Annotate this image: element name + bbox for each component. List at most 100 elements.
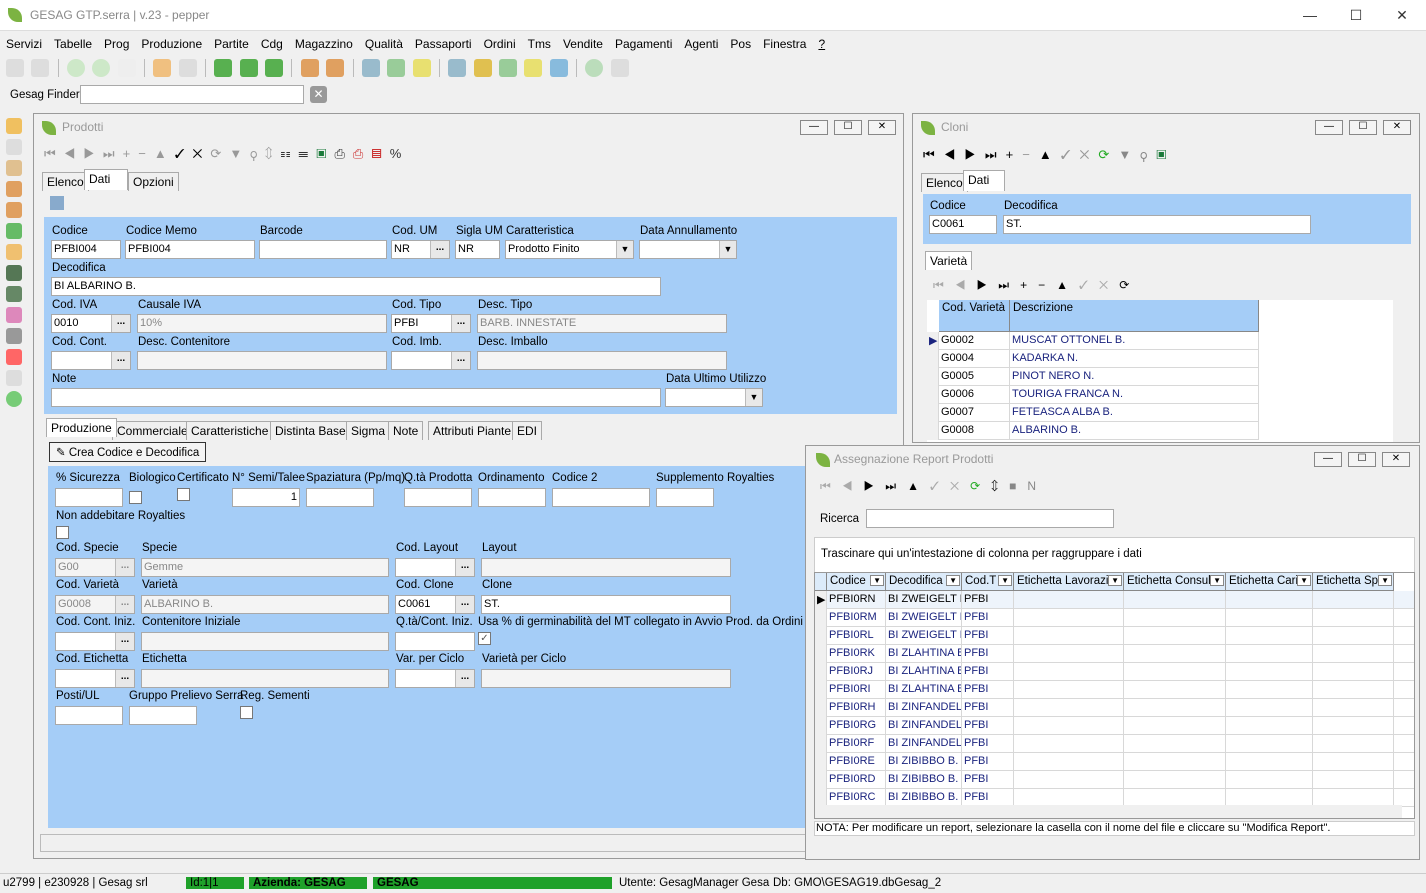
report-cell[interactable] [1014,591,1124,609]
sigla-um-input[interactable]: NR [455,240,500,259]
report-cell[interactable] [1226,627,1313,645]
report-col-4[interactable]: Etichetta Consul ▼ [1124,573,1226,591]
varieta-row[interactable]: G0007 FETEASCA ALBA B. [927,404,1259,422]
report-cell[interactable]: BI ZINFANDEL [886,699,962,717]
cloni-add-icon[interactable]: + [1006,147,1023,162]
col-descrizione[interactable]: Descrizione [1010,300,1259,332]
cloni-remove-icon[interactable]: − [1022,147,1039,162]
report-row[interactable]: PFBI0RH BI ZINFANDEL PFBI [815,699,1414,717]
report-col-3[interactable]: Etichetta Lavorazio ▼ [1014,573,1124,591]
varieta-ciclo-input[interactable] [481,669,731,688]
report-cell[interactable] [1124,699,1226,717]
report-cell[interactable] [1313,591,1394,609]
report-cell[interactable] [1124,735,1226,753]
rep-up-icon[interactable]: ▲ [907,479,930,493]
cloni-filter-icon[interactable]: ▼ [1118,147,1140,162]
rep-cancel-icon[interactable]: ✕ [950,479,970,493]
report-cell[interactable] [1124,663,1226,681]
star-icon[interactable] [6,118,22,134]
report-cell[interactable]: PFBI [962,699,1014,717]
report-cell[interactable]: BI ZWEIGELT N [886,627,962,645]
cell-descrizione[interactable]: TOURIGA FRANCA N. [1010,386,1259,404]
report-h-scrollbar[interactable] [815,805,1402,818]
leaf-icon-1[interactable] [214,59,233,77]
desc-tipo-input[interactable]: BARB. INNESTATE [477,314,727,333]
report-col-2[interactable]: Cod.T ▼ [962,573,1014,591]
report-cell[interactable]: BI ZINFANDEL [886,717,962,735]
confirm-icon[interactable]: ✓ [175,146,193,161]
varieta-row[interactable]: G0004 KADARKA N. [927,350,1259,368]
menu-tms[interactable]: Tms [522,33,557,55]
subtab-edi[interactable]: EDI [512,421,543,440]
report-cell[interactable]: PFBI [962,681,1014,699]
report-col-1[interactable]: Decodifica ▼ [886,573,962,591]
prev-icon[interactable]: ◀ [64,146,84,161]
cell-cod-varieta[interactable]: G0005 [939,368,1010,386]
cloni-max-button[interactable]: ☐ [1349,120,1377,135]
certificato-checkbox[interactable] [177,488,190,501]
subtab-produzione[interactable]: Produzione [46,418,117,437]
report-cell[interactable]: PFBI [962,753,1014,771]
cloni-search-icon[interactable]: ⚲ [1140,147,1156,162]
report-cell[interactable] [1014,753,1124,771]
var-refresh-icon[interactable]: ⟳ [1119,278,1140,292]
cloni-codice-input[interactable]: C0061 [929,215,997,234]
filter-dropdown-icon[interactable]: ▼ [998,575,1012,586]
rep-stop-icon[interactable]: ■ [1009,479,1027,493]
report-cell[interactable] [1014,735,1124,753]
recycle-icon[interactable] [178,59,197,77]
subtab-caratteristiche[interactable]: Caratteristiche [186,421,274,440]
print-red-icon[interactable]: ⎙ [353,146,371,161]
varieta-row[interactable]: ▶ G0002 MUSCAT OTTONEL B. [927,332,1259,350]
report-cell[interactable]: BI ZIBIBBO B. / [886,753,962,771]
report-cell[interactable] [1226,753,1313,771]
report-max-button[interactable]: ☐ [1348,452,1376,467]
subtab-sigma[interactable]: Sigma [346,421,391,440]
menu-produzione[interactable]: Produzione [135,33,208,55]
report-row[interactable]: PFBI0RD BI ZIBIBBO B. / PFBI [815,771,1414,789]
exit-icon[interactable] [6,370,22,386]
report-row[interactable]: PFBI0RL BI ZWEIGELT N PFBI [815,627,1414,645]
cloni-last-icon[interactable]: ⏭ [985,147,1006,162]
package-icon-1[interactable] [300,59,319,77]
filter-icon[interactable]: ▼ [229,146,250,161]
decodifica-input[interactable]: BI ALBARINO B. [51,277,661,296]
report-cell[interactable]: PFBI [962,645,1014,663]
filter-dropdown-icon[interactable]: ▼ [946,575,960,586]
report-cell[interactable] [1124,717,1226,735]
cloni-tab-dati[interactable]: Dati [963,170,1005,191]
edit-doc-icon[interactable] [50,196,64,210]
users-icon[interactable] [361,59,380,77]
excel-icon[interactable]: ▣ [316,146,334,161]
minimize-button[interactable]: — [1287,0,1333,31]
report-cell[interactable]: BI ZLAHTINA B [886,645,962,663]
filter-dropdown-icon[interactable]: ▼ [1297,575,1311,586]
tab-opzioni[interactable]: Opzioni [128,172,179,191]
cod-specie-input[interactable]: G00... [55,558,135,577]
box-add-icon[interactable] [153,59,172,77]
report-row[interactable]: PFBI0RF BI ZINFANDEL PFBI [815,735,1414,753]
clone-input[interactable]: ST. [481,595,731,614]
var-cancel-icon[interactable]: ✕ [1099,278,1119,292]
first-icon[interactable]: ⏮ [44,146,64,161]
refresh-icon[interactable]: ⟳ [210,146,229,161]
window-icon[interactable] [549,59,568,77]
report-cell[interactable]: PFBI [962,591,1014,609]
report-row[interactable]: PFBI0RG BI ZINFANDEL PFBI [815,717,1414,735]
doc-add-icon[interactable] [387,59,406,77]
subtab-note[interactable]: Note [388,421,424,440]
chart-icon[interactable]: ▤ [371,146,389,161]
report-cell[interactable] [1313,771,1394,789]
menu-finestra[interactable]: Finestra [757,33,812,55]
report-cell[interactable] [1014,609,1124,627]
report-cell[interactable]: PFBI0RK [827,645,886,663]
finder-input[interactable] [80,85,304,104]
report-cell[interactable] [1014,681,1124,699]
filter-dropdown-icon[interactable]: ▼ [1108,575,1122,586]
cell-descrizione[interactable]: PINOT NERO N. [1010,368,1259,386]
report-col-0[interactable]: Codice ▼ [827,573,886,591]
plant-icon[interactable] [6,223,22,239]
report-cell[interactable] [1226,591,1313,609]
cod-varieta-input[interactable]: G0008... [55,595,135,614]
report-cell[interactable] [1226,663,1313,681]
